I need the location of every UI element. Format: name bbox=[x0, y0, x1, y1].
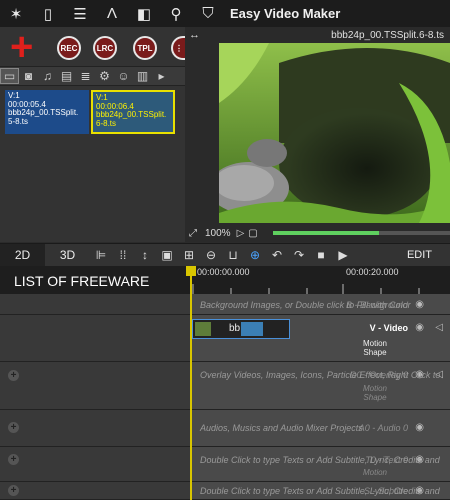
crop-icon[interactable]: ⊞ bbox=[178, 248, 200, 262]
search-icon[interactable]: ⚲ bbox=[160, 0, 192, 27]
grid-icon[interactable]: ⁞⁞ bbox=[112, 248, 134, 262]
preview-controls: ⤢ 100% ▷ ▢ bbox=[185, 224, 450, 242]
track-shape[interactable]: Shape bbox=[345, 348, 405, 357]
camera-icon[interactable]: ◙ bbox=[19, 69, 38, 83]
download-icon[interactable]: ⊕ bbox=[244, 248, 266, 262]
split-icon[interactable]: ◧ bbox=[128, 0, 160, 27]
music-icon[interactable]: ♫ bbox=[38, 69, 57, 83]
file-icon[interactable]: ▯ bbox=[32, 0, 64, 27]
wand-icon[interactable]: ✶ bbox=[0, 0, 32, 27]
track-video[interactable]: V - Video ◉ ◁ Motion Shape bb bbox=[0, 315, 450, 362]
add-media-button[interactable]: + bbox=[10, 27, 33, 67]
text-icon[interactable]: Ʌ bbox=[96, 0, 128, 27]
height-icon[interactable]: ↕ bbox=[134, 248, 156, 262]
eye-icon[interactable]: ◉ bbox=[415, 299, 424, 310]
tpl-button[interactable]: TPL bbox=[133, 36, 157, 60]
play-icon[interactable]: ▶ bbox=[332, 248, 354, 262]
video-frame bbox=[219, 43, 450, 223]
clip-thumb bbox=[195, 322, 211, 336]
timeline-toolbar: 2D 3D ⊫ ⁞⁞ ↕ ▣ ⊞ ⊖ ⊔ ⊕ ↶ ↷ ■ ▶ EDIT bbox=[0, 243, 450, 267]
undo-icon[interactable]: ↶ bbox=[266, 248, 288, 262]
resize-icon[interactable]: ⤢ bbox=[189, 228, 197, 239]
track-audio[interactable]: + A0 - Audio 0 ◉ Audios, Musics and Audi… bbox=[0, 410, 450, 447]
video-frame-image bbox=[219, 43, 450, 223]
track-motion[interactable]: Motion bbox=[345, 468, 405, 477]
track-background[interactable]: B - Background ◉ Background Images, or D… bbox=[0, 294, 450, 315]
add-track-icon[interactable]: + bbox=[8, 370, 19, 381]
track-hint: Double Click to type Texts or Add Subtit… bbox=[200, 455, 440, 465]
add-track-icon[interactable]: + bbox=[8, 454, 19, 465]
track-motion[interactable]: Motion bbox=[345, 339, 405, 348]
media-clip-selected[interactable]: V:1 00:00:06.4 bbb24p_00.TSSplit. 6-8.ts bbox=[91, 90, 175, 134]
more-icon[interactable]: ▸ bbox=[152, 69, 171, 83]
preview-title: bbb24p_00.TSSplit.6-8.ts bbox=[331, 30, 444, 41]
track-name: A0 - Audio 0 bbox=[358, 423, 408, 433]
document-icon[interactable]: ▤ bbox=[57, 69, 76, 83]
more-button[interactable]: ⋮ bbox=[171, 36, 185, 60]
stop-icon[interactable]: ■ bbox=[310, 248, 332, 262]
track-text[interactable]: + T0 - Text 0 ◉ Motion Double Click to t… bbox=[0, 447, 450, 482]
title-bar: ✶ ▯ ☰ Ʌ ◧ ⚲ ⛉ Easy Video Maker bbox=[0, 0, 450, 27]
preview-progress[interactable] bbox=[273, 231, 450, 235]
track-name: V - Video bbox=[369, 323, 408, 333]
speaker-icon[interactable]: ◁ bbox=[435, 322, 443, 333]
preview-panel: ↔ bbb24p_00.TSSplit.6-8.ts ⤢ 100% ▷ ▢ bbox=[185, 27, 450, 242]
add-track-icon[interactable]: + bbox=[8, 485, 19, 496]
video-icon[interactable]: ▭ bbox=[0, 68, 19, 84]
frame-icon[interactable]: ▣ bbox=[156, 248, 178, 262]
minus-icon[interactable]: ⊖ bbox=[200, 248, 222, 262]
list-icon[interactable]: ☰ bbox=[64, 0, 96, 27]
tab-3d[interactable]: 3D bbox=[45, 244, 90, 267]
project-title: LIST OF FREEWARE bbox=[0, 266, 191, 294]
track-subtitle[interactable]: + S - Subtitle ◉ Double Click to type Te… bbox=[0, 482, 450, 500]
timeline-video-clip[interactable]: bb bbox=[192, 319, 290, 339]
clip-text: bb bbox=[229, 323, 241, 334]
rec-button[interactable]: REC bbox=[57, 36, 81, 60]
eye-icon[interactable]: ◉ bbox=[415, 422, 424, 433]
align-icon[interactable]: ⊫ bbox=[90, 248, 112, 262]
redo-icon[interactable]: ↷ bbox=[288, 248, 310, 262]
tab-2d[interactable]: 2D bbox=[0, 243, 45, 267]
track-hint: Background Images, or Double click to Fi… bbox=[200, 300, 411, 310]
edit-button[interactable]: EDIT bbox=[407, 249, 432, 261]
settings-icon[interactable]: ⚙ bbox=[95, 69, 114, 83]
playhead-handle[interactable] bbox=[186, 266, 196, 276]
track-hint: Audios, Musics and Audio Mixer Projects bbox=[200, 423, 363, 433]
clip-name-ext: 6-8.ts bbox=[96, 118, 117, 128]
emoji-icon[interactable]: ☺ bbox=[114, 69, 133, 83]
media-clip[interactable]: V:1 00:00:05.4 bbb24p_00.TSSplit. 5-8.ts bbox=[5, 90, 89, 134]
playhead[interactable] bbox=[186, 266, 196, 500]
shirt-icon[interactable]: ⛉ bbox=[192, 0, 224, 27]
eye-icon[interactable]: ◉ bbox=[415, 322, 424, 333]
action-buttons: + REC LRC TPL ⋮ bbox=[0, 27, 185, 67]
ruler-ticks bbox=[192, 284, 420, 294]
stop-icon[interactable]: ▢ bbox=[248, 228, 257, 239]
add-track-icon[interactable]: + bbox=[8, 422, 19, 433]
preview-progress-fill bbox=[273, 231, 380, 235]
zoom-level[interactable]: 100% bbox=[205, 228, 231, 239]
track-motion[interactable]: Motion bbox=[345, 384, 405, 393]
track-hint: Overlay Videos, Images, Icons, Particle … bbox=[200, 370, 441, 380]
time-ruler[interactable]: 00:00:00.000 00:00:20.000 bbox=[191, 266, 450, 294]
range-icon[interactable]: ⊔ bbox=[222, 248, 244, 262]
track-shape[interactable]: Shape bbox=[345, 393, 405, 402]
track-overlay[interactable]: + O0 - Overlay 0 ◉ ◁ Motion Shape Overla… bbox=[0, 362, 450, 410]
app-title: Easy Video Maker bbox=[230, 6, 341, 21]
film-icon[interactable]: ▥ bbox=[133, 69, 152, 83]
media-type-bar: ▭ ◙ ♫ ▤ ≣ ⚙ ☺ ▥ ▸ bbox=[0, 66, 185, 86]
clip-name-ext: 5-8.ts bbox=[8, 116, 29, 126]
play-icon[interactable]: ▷ bbox=[237, 228, 245, 239]
track-hint: Double Click to type Texts or Add Subtit… bbox=[200, 486, 440, 496]
clip-thumb bbox=[241, 322, 263, 336]
lrc-button[interactable]: LRC bbox=[93, 36, 117, 60]
filter-icon[interactable]: ≣ bbox=[76, 69, 95, 83]
